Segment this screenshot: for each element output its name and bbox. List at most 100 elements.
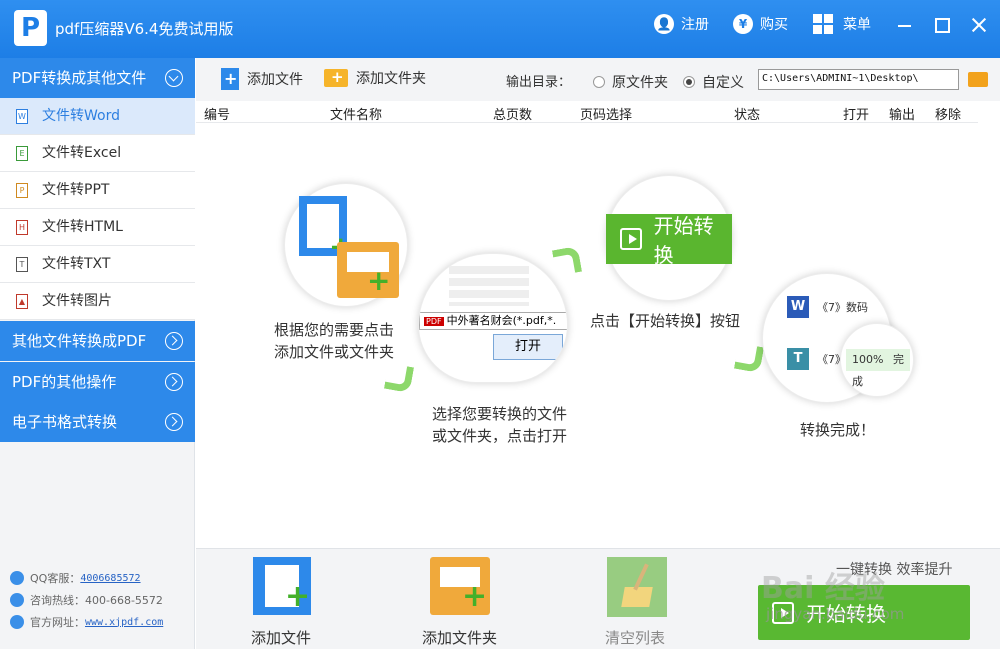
add-folder-big-label[interactable]: 添加文件夹 bbox=[422, 627, 497, 648]
add-file-button[interactable]: 添加文件 bbox=[221, 68, 303, 90]
sidebar-item-label: 文件转图片 bbox=[42, 293, 112, 309]
add-file-big-button[interactable]: + bbox=[253, 557, 313, 617]
excel-file-icon: E bbox=[16, 146, 28, 161]
browse-folder-icon[interactable] bbox=[968, 72, 988, 87]
step2-circle: PDF 中外著名财会(*.pdf,*. 打开 bbox=[418, 253, 568, 383]
column-header: 输出 bbox=[889, 108, 916, 123]
txt-icon: T bbox=[787, 348, 809, 370]
radio-circle bbox=[593, 76, 605, 88]
qq-link[interactable]: 4006685572 bbox=[80, 573, 140, 584]
output-dir-label: 输出目录： bbox=[506, 75, 572, 90]
radio-custom-folder[interactable]: 自定义 bbox=[683, 72, 744, 92]
add-folder-big-button[interactable]: + bbox=[430, 557, 490, 617]
guide-illustration: + + 根据您的需要点击 添加文件或文件夹 PDF中外著名财会(*.pdf,*.… bbox=[196, 123, 1000, 548]
word-file-icon: W bbox=[16, 109, 28, 124]
menu-label: 菜单 bbox=[843, 17, 871, 33]
add-file-big-icon: + bbox=[253, 557, 311, 615]
website-link[interactable]: www.xjpdf.com bbox=[85, 617, 163, 628]
add-file-label: 添加文件 bbox=[247, 72, 303, 88]
radio-label: 原文件夹 bbox=[612, 75, 668, 91]
word-icon: W bbox=[787, 296, 809, 318]
close-icon[interactable] bbox=[968, 14, 990, 36]
html-file-icon: H bbox=[16, 220, 28, 235]
sidebar-item-label: 文件转HTML bbox=[42, 219, 123, 235]
start-convert-sample: 开始转换 bbox=[606, 214, 732, 267]
sidebar-group-label: 其他文件转换成PDF bbox=[12, 332, 147, 350]
progress-bar: 100% 完成 bbox=[846, 349, 910, 388]
play-icon bbox=[620, 228, 642, 250]
app-title: pdf压缩器V6.4免费试用版 bbox=[55, 20, 234, 38]
menu-grid-icon bbox=[813, 14, 833, 34]
menu-button[interactable]: 菜单 bbox=[813, 12, 871, 36]
sidebar-group-label: PDF转换成其他文件 bbox=[12, 69, 147, 87]
column-header: 编号 bbox=[204, 108, 231, 123]
sidebar-item-word[interactable]: W 文件转Word bbox=[0, 98, 195, 135]
broom-icon bbox=[607, 557, 667, 617]
phone-icon bbox=[10, 593, 24, 607]
column-header: 打开 bbox=[843, 108, 870, 123]
sidebar-item-html[interactable]: H 文件转HTML bbox=[0, 209, 195, 246]
column-header: 文件名称 bbox=[330, 108, 383, 123]
yen-icon: ¥ bbox=[733, 14, 753, 34]
sidebar-item-txt[interactable]: T 文件转TXT bbox=[0, 246, 195, 283]
sidebar-item-image[interactable]: ▲ 文件转图片 bbox=[0, 283, 195, 320]
browser-icon bbox=[10, 615, 24, 629]
sidebar-item-ppt[interactable]: P 文件转PPT bbox=[0, 172, 195, 209]
title-bar: P pdf压缩器V6.4免费试用版 👤 注册 ¥ 购买 菜单 bbox=[0, 0, 1000, 58]
register-button[interactable]: 👤 注册 bbox=[654, 12, 709, 36]
clear-list-label[interactable]: 清空列表 bbox=[605, 627, 665, 648]
step1-text: 根据您的需要点击 添加文件或文件夹 bbox=[274, 321, 395, 361]
sidebar-group-pdf-to-other[interactable]: PDF转换成其他文件 bbox=[0, 58, 195, 98]
app-window: P pdf压缩器V6.4免费试用版 👤 注册 ¥ 购买 菜单 PDF转换成其他文… bbox=[0, 0, 1000, 649]
chevron-right-icon bbox=[165, 413, 183, 431]
add-file-icon bbox=[221, 68, 239, 90]
website-contact: 官方网址： www.xjpdf.com bbox=[10, 614, 163, 630]
toolbar: 添加文件 添加文件夹 输出目录： 原文件夹 自定义 C:\Users\ADMIN… bbox=[196, 58, 1000, 101]
sidebar-group-pdf-other-ops[interactable]: PDF的其他操作 bbox=[0, 362, 195, 402]
add-folder-button[interactable]: 添加文件夹 bbox=[324, 68, 426, 88]
sidebar-group-other-to-pdf[interactable]: 其他文件转换成PDF bbox=[0, 321, 195, 361]
radio-label: 自定义 bbox=[702, 75, 744, 91]
step1-circle: + + bbox=[284, 183, 408, 307]
file-table-header: 编号 文件名称 总页数 页码选择 状态 打开 输出 移除 bbox=[196, 101, 978, 123]
sidebar-item-label: 文件转PPT bbox=[42, 182, 110, 198]
arrow-icon bbox=[551, 245, 583, 277]
arrow-icon bbox=[733, 342, 765, 374]
qq-contact: QQ客服： 4006685572 bbox=[10, 570, 141, 586]
sidebar: PDF转换成其他文件 W 文件转Word E 文件转Excel P 文件转PPT… bbox=[0, 58, 195, 649]
hotline-text: 咨询热线：400-668-5572 bbox=[30, 594, 163, 607]
radio-circle-selected bbox=[683, 76, 695, 88]
column-header: 页码选择 bbox=[580, 108, 633, 123]
output-path-field[interactable]: C:\Users\ADMINI~1\Desktop\ bbox=[758, 69, 959, 90]
sidebar-item-label: 文件转Excel bbox=[42, 145, 122, 161]
register-label: 注册 bbox=[681, 17, 709, 33]
ppt-file-icon: P bbox=[16, 183, 28, 198]
sidebar-item-excel[interactable]: E 文件转Excel bbox=[0, 135, 195, 172]
app-logo-icon: P bbox=[14, 10, 47, 46]
add-folder-label: 添加文件夹 bbox=[356, 71, 426, 87]
clear-list-button[interactable] bbox=[607, 557, 667, 617]
step3-text: 点击【开始转换】按钮 bbox=[590, 312, 741, 330]
bottom-bar: + 添加文件 + 添加文件夹 清空列表 一键转换 效率提升 开始转换 Bai 经… bbox=[196, 548, 1000, 649]
baidu-watermark: Bai 经验 bbox=[761, 571, 885, 606]
progress-circle: 100% 完成 bbox=[840, 323, 914, 397]
chevron-down-icon bbox=[165, 69, 183, 87]
pdf-icon: PDF bbox=[424, 317, 444, 326]
add-file-big-label[interactable]: 添加文件 bbox=[251, 627, 311, 648]
buy-button[interactable]: ¥ 购买 bbox=[733, 12, 788, 36]
folder-icon: + bbox=[337, 242, 399, 298]
sidebar-group-label: 电子书格式转换 bbox=[12, 413, 118, 431]
chevron-right-icon bbox=[165, 373, 183, 391]
maximize-icon[interactable] bbox=[931, 14, 953, 36]
sidebar-item-label: 文件转TXT bbox=[42, 256, 111, 272]
sidebar-group-ebook[interactable]: 电子书格式转换 bbox=[0, 402, 195, 442]
sidebar-item-label: 文件转Word bbox=[42, 108, 120, 124]
radio-original-folder[interactable]: 原文件夹 bbox=[593, 72, 668, 92]
txt-file-icon: T bbox=[16, 257, 28, 272]
qq-label: QQ客服： bbox=[30, 572, 81, 585]
column-header: 状态 bbox=[734, 108, 761, 123]
step4-text: 转换完成！ bbox=[800, 421, 876, 439]
buy-label: 购买 bbox=[760, 17, 788, 33]
baidu-watermark-url: jingyan.baidu.com bbox=[766, 605, 905, 623]
minimize-icon[interactable] bbox=[894, 14, 916, 36]
